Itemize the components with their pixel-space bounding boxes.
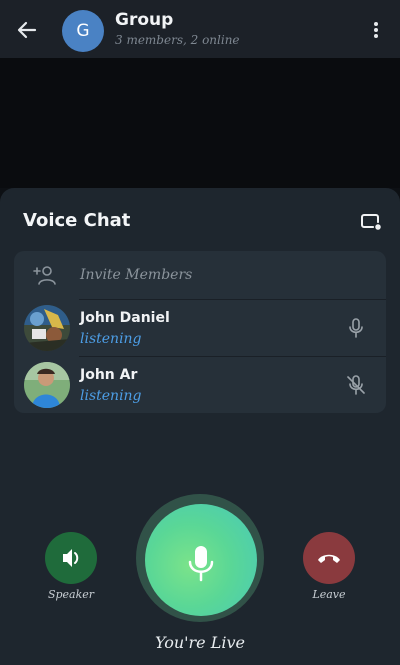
more-vertical-icon	[374, 22, 378, 38]
leave-label: Leave	[312, 588, 346, 601]
avatar	[24, 362, 70, 408]
live-status-label: You're Live	[155, 633, 245, 652]
phone-hangup-icon	[318, 554, 340, 563]
leave-button[interactable]	[303, 532, 355, 584]
back-button[interactable]	[14, 17, 40, 43]
participant-row[interactable]: John Ar listening	[14, 357, 386, 413]
mic-icon	[188, 546, 214, 582]
speaker-button[interactable]	[45, 532, 97, 584]
mute-toggle-button[interactable]	[145, 504, 257, 616]
more-menu-button[interactable]	[368, 17, 384, 43]
chat-title[interactable]: Group	[115, 10, 173, 30]
participant-status: listening	[80, 331, 142, 347]
participant-status: listening	[80, 388, 142, 404]
invite-members-row[interactable]: Invite Members	[14, 251, 386, 299]
avatar	[24, 305, 70, 351]
mic-muted-icon[interactable]	[344, 373, 368, 397]
participants-card: Invite Members John Daniel listening Joh…	[14, 251, 386, 413]
chat-header: G Group 3 members, 2 online	[0, 0, 400, 58]
voice-chat-title: Voice Chat	[23, 210, 131, 231]
participant-name: John Daniel	[80, 310, 170, 326]
chat-background	[0, 58, 400, 188]
arrow-left-icon	[17, 21, 37, 39]
group-avatar[interactable]: G	[62, 10, 104, 52]
participant-row[interactable]: John Daniel listening	[14, 300, 386, 356]
screen-share-button[interactable]	[358, 210, 384, 234]
participant-name: John Ar	[80, 367, 138, 383]
chat-subtitle: 3 members, 2 online	[115, 33, 240, 47]
mic-icon[interactable]	[344, 316, 368, 340]
speaker-icon	[63, 549, 79, 567]
invite-members-label: Invite Members	[80, 267, 193, 283]
add-user-icon	[32, 263, 58, 287]
screen-share-icon	[361, 214, 383, 232]
speaker-label: Speaker	[47, 588, 95, 601]
